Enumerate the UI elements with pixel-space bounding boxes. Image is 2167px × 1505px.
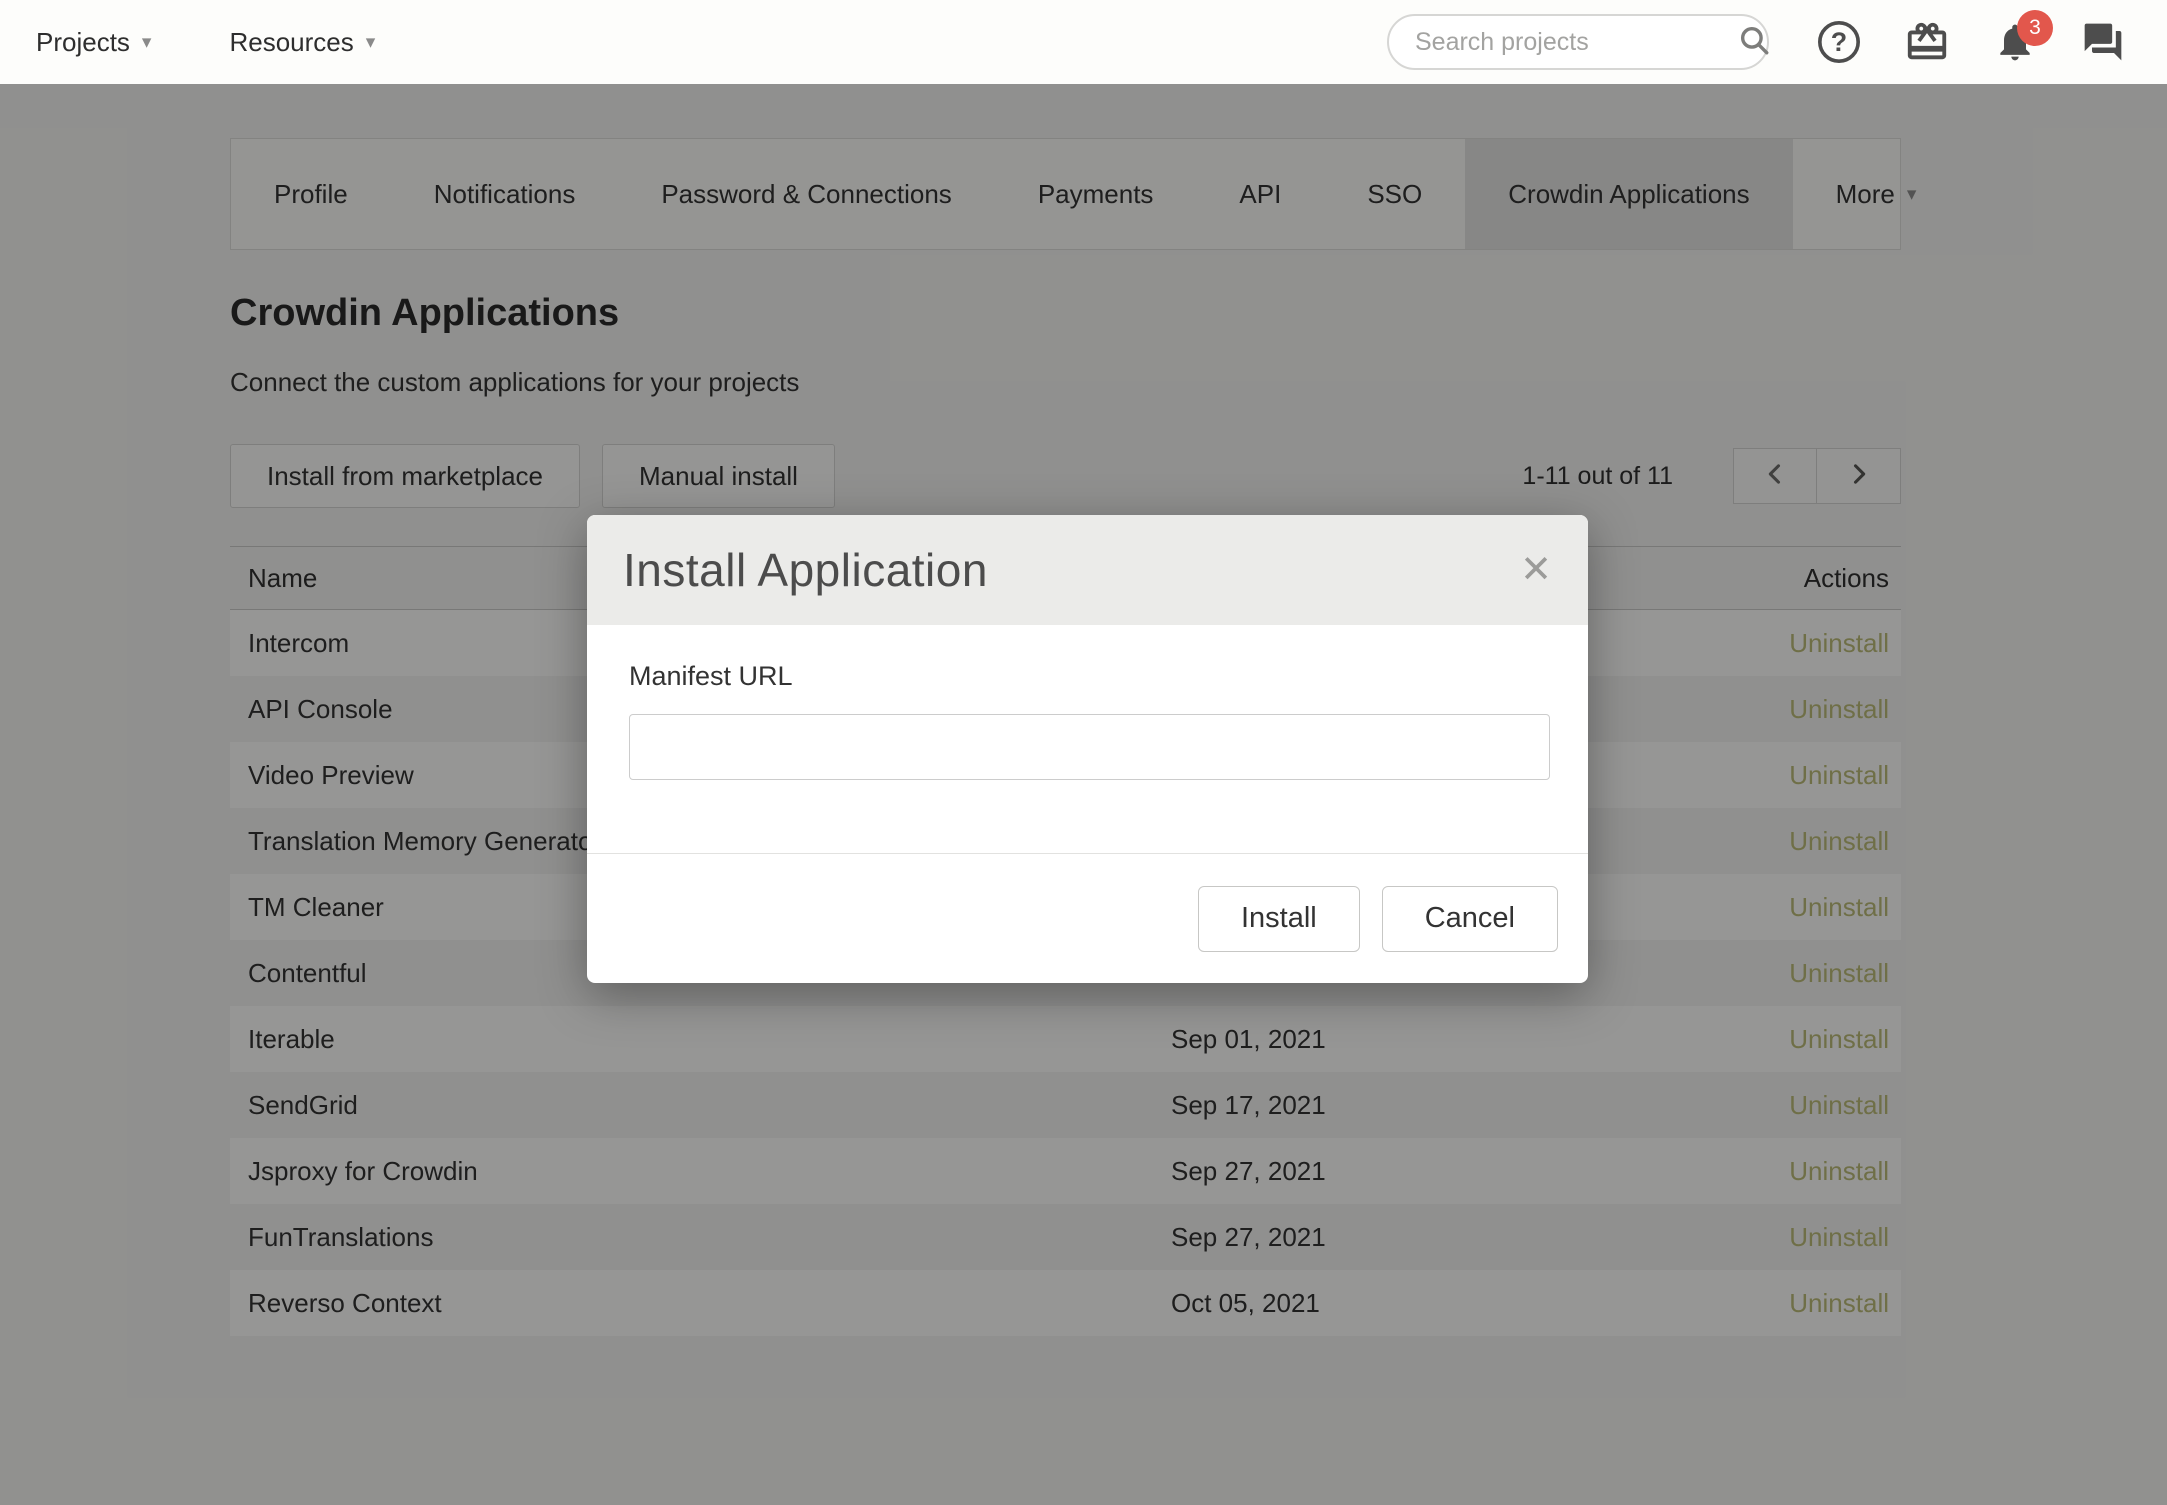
gift-icon[interactable] xyxy=(1903,18,1951,66)
help-icon[interactable]: ? xyxy=(1815,18,1863,66)
modal-title: Install Application xyxy=(623,543,988,597)
cancel-button[interactable]: Cancel xyxy=(1382,886,1558,952)
svg-text:?: ? xyxy=(1831,27,1847,57)
close-icon[interactable]: ✕ xyxy=(1520,551,1552,589)
search-icon[interactable] xyxy=(1737,23,1771,62)
modal-body: Manifest URL xyxy=(587,625,1588,780)
modal-header: Install Application ✕ xyxy=(587,515,1588,625)
header-icons: ? 3 xyxy=(1815,18,2127,66)
install-button[interactable]: Install xyxy=(1198,886,1360,952)
chevron-down-icon: ▾ xyxy=(142,33,152,52)
install-application-modal: Install Application ✕ Manifest URL Insta… xyxy=(587,515,1588,983)
nav-resources[interactable]: Resources ▾ xyxy=(229,27,375,58)
search-box[interactable] xyxy=(1387,14,1769,70)
notifications-bell-icon[interactable]: 3 xyxy=(1991,18,2039,66)
nav-resources-label: Resources xyxy=(229,27,353,58)
nav-projects[interactable]: Projects ▾ xyxy=(36,27,151,58)
notification-badge: 3 xyxy=(2017,10,2053,46)
chat-icon[interactable] xyxy=(2079,18,2127,66)
chevron-down-icon: ▾ xyxy=(366,33,376,52)
manifest-url-input[interactable] xyxy=(629,714,1550,780)
search-input[interactable] xyxy=(1415,28,1737,57)
nav-projects-label: Projects xyxy=(36,27,130,58)
manifest-url-label: Manifest URL xyxy=(629,661,1550,692)
modal-footer: Install Cancel xyxy=(587,853,1588,983)
top-header: Projects ▾ Resources ▾ ? xyxy=(0,0,2167,84)
